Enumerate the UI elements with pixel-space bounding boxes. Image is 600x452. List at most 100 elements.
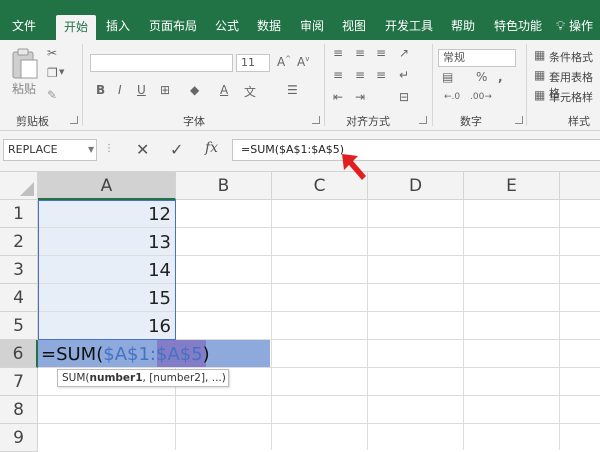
merge-center-icon[interactable]: ⊟ (399, 90, 409, 104)
cell-a6-formula: =SUM($A$1:$A$5) (41, 340, 210, 367)
name-box-dropdown-icon[interactable]: ▼ (88, 145, 94, 154)
ribbon-separator (82, 44, 83, 126)
clipboard-launcher-icon[interactable] (70, 116, 78, 124)
wrap-text-icon[interactable]: ↵ (399, 68, 409, 82)
number-format-dropdown[interactable]: 常规 (438, 49, 516, 67)
fill-color-icon[interactable]: ◆ (190, 83, 199, 97)
name-box-value: REPLACE (8, 143, 58, 156)
copy-icon[interactable]: ❐ (47, 66, 58, 80)
grid-line (367, 200, 368, 450)
column-header-f[interactable] (560, 172, 600, 200)
tab-data[interactable]: 数据 (252, 12, 286, 40)
column-header-d[interactable]: D (368, 172, 464, 200)
row-header-6[interactable]: 6 (0, 340, 38, 368)
font-name-input[interactable] (90, 54, 233, 72)
select-all-corner[interactable] (0, 172, 38, 200)
tab-home[interactable]: 开始 (56, 15, 96, 40)
styles-group-label: 样式 (568, 115, 590, 128)
row-header-9[interactable]: 9 (0, 424, 38, 452)
cell-a1[interactable]: 12 (38, 200, 175, 228)
accounting-format-icon[interactable]: ▤ (442, 70, 453, 84)
tooltip-function[interactable]: SUM( (62, 372, 90, 384)
bold-icon[interactable]: B (96, 83, 105, 97)
tab-view[interactable]: 视图 (337, 12, 371, 40)
decrease-font-icon[interactable]: Av (297, 55, 309, 69)
tooltip-args-rest: , [number2], ...) (142, 372, 226, 384)
font-group-label: 字体 (183, 115, 205, 128)
align-center-icon[interactable]: ≡ (355, 68, 365, 82)
formula-ref-end: $A$5 (156, 344, 203, 365)
comma-style-icon[interactable]: , (498, 70, 503, 84)
align-top-icon[interactable]: ≡ (333, 46, 343, 60)
row-header-8[interactable]: 8 (0, 396, 38, 424)
font-color-icon[interactable]: A (220, 83, 228, 97)
number-group-label: 数字 (460, 115, 482, 128)
cell-styles-button[interactable]: 单元格样 (549, 89, 593, 105)
font-size-input[interactable]: 11 (236, 54, 270, 72)
underline-icon[interactable]: U (137, 83, 146, 97)
column-header-e[interactable]: E (464, 172, 560, 200)
formula-input[interactable]: =SUM($A$1:$A$5) (232, 139, 600, 161)
increase-indent-icon[interactable]: ⇥ (355, 90, 365, 104)
cell-a4[interactable]: 15 (38, 284, 175, 312)
row-header-7[interactable]: 7 (0, 368, 38, 396)
italic-icon[interactable]: I (118, 83, 122, 97)
tell-me-box[interactable]: 💡︎ 操作 (556, 12, 600, 40)
tab-insert[interactable]: 插入 (101, 12, 135, 40)
row-header-4[interactable]: 4 (0, 284, 38, 312)
enter-icon[interactable]: ✓ (170, 140, 183, 159)
align-middle-icon[interactable]: ≡ (355, 46, 365, 60)
ribbon-separator (324, 44, 325, 126)
conditional-format-button[interactable]: 条件格式 (549, 49, 593, 65)
cell-a3[interactable]: 14 (38, 256, 175, 284)
cell-a2[interactable]: 13 (38, 228, 175, 256)
red-arrow-icon (342, 154, 366, 180)
row-header-3[interactable]: 3 (0, 256, 38, 284)
pinyin-label: 文 (244, 85, 257, 99)
orientation-icon[interactable]: ↗ (399, 46, 409, 60)
copy-dropdown-icon[interactable]: ▼ (59, 68, 64, 76)
row-header-5[interactable]: 5 (0, 312, 38, 340)
row-header-1[interactable]: 1 (0, 200, 38, 228)
paste-icon[interactable] (10, 48, 40, 80)
row-header-2[interactable]: 2 (0, 228, 38, 256)
decrease-decimal-icon[interactable]: .00→ (470, 92, 492, 102)
align-left-icon[interactable]: ≡ (333, 68, 343, 82)
formula-close-paren: ) (202, 344, 210, 365)
percent-icon[interactable]: % (476, 70, 487, 84)
font-launcher-icon[interactable] (312, 116, 320, 124)
grid-line (38, 367, 600, 368)
insert-function-icon[interactable]: fx (205, 140, 218, 156)
title-bar (0, 0, 600, 12)
border-icon[interactable]: ⊞ (160, 83, 170, 97)
phonetic-icon[interactable]: ☰ (287, 83, 298, 97)
tooltip-arg-current[interactable]: number1 (90, 372, 143, 384)
align-bottom-icon[interactable]: ≡ (376, 46, 386, 60)
paste-button-label[interactable]: 粘贴 (12, 80, 36, 97)
increase-font-icon[interactable]: A^ (277, 55, 291, 69)
column-header-b[interactable]: B (176, 172, 272, 200)
cell-a5[interactable]: 16 (38, 312, 175, 340)
align-right-icon[interactable]: ≡ (376, 68, 386, 82)
increase-decimal-icon[interactable]: ←.0 (444, 92, 460, 102)
cancel-icon[interactable]: ✕ (136, 140, 149, 159)
tab-review[interactable]: 审阅 (295, 12, 329, 40)
format-painter-icon[interactable]: ✎ (47, 88, 57, 102)
tab-help[interactable]: 帮助 (446, 12, 480, 40)
tab-special-features[interactable]: 特色功能 (489, 12, 547, 40)
ribbon-separator (526, 44, 527, 126)
cut-icon[interactable]: ✂ (47, 46, 57, 60)
alignment-launcher-icon[interactable] (419, 116, 427, 124)
formula-ref-start: $A$1 (103, 344, 150, 365)
name-box[interactable]: REPLACE (3, 139, 97, 161)
grid-line (38, 423, 600, 424)
formula-function-text: =SUM( (41, 344, 104, 365)
decrease-indent-icon[interactable]: ⇤ (333, 90, 343, 104)
tab-developer[interactable]: 开发工具 (381, 12, 437, 40)
tab-file[interactable]: 文件 (2, 12, 46, 40)
tab-page-layout[interactable]: 页面布局 (144, 12, 202, 40)
tab-formulas[interactable]: 公式 (210, 12, 244, 40)
pinyin-icon[interactable]: 文 (244, 83, 256, 100)
number-launcher-icon[interactable] (515, 116, 523, 124)
column-header-a[interactable]: A (38, 172, 176, 200)
